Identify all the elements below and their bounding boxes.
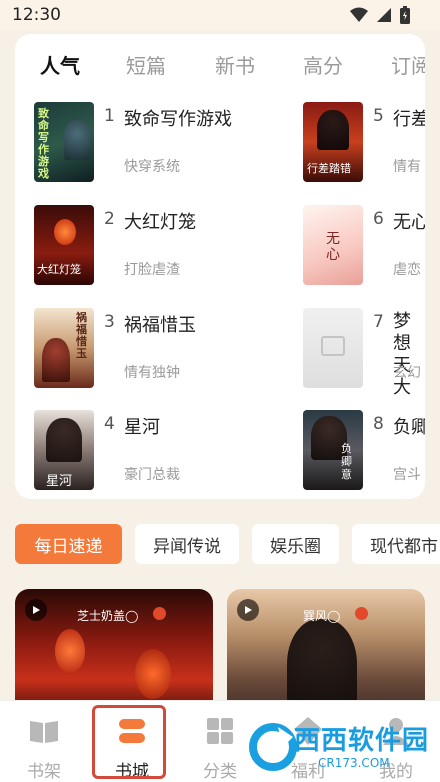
signal-icon xyxy=(377,8,391,22)
book-item-8[interactable]: 负卿意 8 负卿 宫斗 xyxy=(303,410,425,492)
book-cover-3: 祸福惜玉 xyxy=(34,308,94,388)
watermark-logo-icon xyxy=(249,723,297,771)
book-cover-title-4: 星河 xyxy=(46,474,73,489)
rank-number: 7 xyxy=(373,312,384,332)
ranking-card: 人气 短篇 新书 高分 订阅 致命写作游戏 1 致命写作游戏 快穿系统 大红灯笼… xyxy=(15,34,425,499)
category-chips: 每日速递 异闻传说 娱乐圈 现代都市 xyxy=(15,524,440,564)
book-item-6[interactable]: 无心 6 无心 虐恋 xyxy=(303,205,425,287)
book-cover-title-5: 行差踏错 xyxy=(307,162,351,175)
book-tag: 宫斗 xyxy=(393,467,421,483)
tab-short[interactable]: 短篇 xyxy=(126,50,166,79)
book-tag: 豪门总裁 xyxy=(124,467,180,483)
book-cover-7 xyxy=(303,308,363,388)
play-icon[interactable] xyxy=(25,599,47,621)
book-title: 致命写作游戏 xyxy=(124,109,232,130)
ranking-tabs: 人气 短篇 新书 高分 订阅 xyxy=(15,34,425,90)
book-tag: 虐恋 xyxy=(393,262,421,278)
chip-daily-express[interactable]: 每日速递 xyxy=(15,524,122,564)
book-cover-title-1: 致命写作游戏 xyxy=(38,107,49,180)
tab-label: 书架 xyxy=(27,762,61,782)
book-tag: 玄幻 xyxy=(393,365,421,381)
book-cover-title-8: 负卿意 xyxy=(341,442,352,481)
image-placeholder-icon xyxy=(321,336,345,356)
book-cover-2: 大红灯笼 xyxy=(34,205,94,285)
book-title: 无心 xyxy=(393,212,425,233)
book-item-4[interactable]: 星河 4 星河 豪门总裁 xyxy=(34,410,224,492)
book-cover-8: 负卿意 xyxy=(303,410,363,490)
rank-number: 5 xyxy=(373,106,384,126)
book-title: 大红灯笼 xyxy=(124,212,196,233)
author-badge xyxy=(153,607,166,620)
book-cover-4: 星河 xyxy=(34,410,94,490)
book-item-2[interactable]: 大红灯笼 2 大红灯笼 打脸虐渣 xyxy=(34,205,224,287)
rank-number: 6 xyxy=(373,209,384,229)
status-time: 12:30 xyxy=(12,5,61,25)
tab-popular[interactable]: 人气 xyxy=(40,50,80,79)
grid-icon xyxy=(207,718,233,744)
wifi-icon xyxy=(350,7,368,22)
rank-number: 8 xyxy=(373,414,384,434)
book-cover-title-3: 祸福惜玉 xyxy=(76,311,87,360)
rank-number: 3 xyxy=(104,312,115,332)
book-tag: 情有独钟 xyxy=(124,365,180,381)
book-tag: 快穿系统 xyxy=(124,159,180,175)
book-title: 星河 xyxy=(124,417,160,438)
feed-author: 巽风◯ xyxy=(303,609,341,623)
book-title: 祸福惜玉 xyxy=(124,315,196,336)
book-cover-1: 致命写作游戏 xyxy=(34,102,94,182)
selection-highlight xyxy=(92,705,166,779)
book-tag: 打脸虐渣 xyxy=(124,262,180,278)
book-item-5[interactable]: 行差踏错 5 行差 情有 xyxy=(303,102,425,184)
book-title: 梦想天大 xyxy=(393,311,411,398)
book-item-1[interactable]: 致命写作游戏 1 致命写作游戏 快穿系统 xyxy=(34,102,232,184)
book-item-7[interactable]: 7 梦想天大 玄幻 xyxy=(303,308,425,398)
play-icon[interactable] xyxy=(237,599,259,621)
book-cover-title-6: 无心 xyxy=(326,231,340,263)
book-item-3[interactable]: 祸福惜玉 3 祸福惜玉 情有独钟 xyxy=(34,308,224,390)
feed-author: 芝士奶盖◯ xyxy=(77,609,139,623)
book-cover-title-2: 大红灯笼 xyxy=(37,263,81,276)
book-cover-6: 无心 xyxy=(303,205,363,285)
status-bar: 12:30 xyxy=(0,0,440,30)
status-icons xyxy=(350,6,410,24)
author-badge xyxy=(355,607,368,620)
tab-bookshelf[interactable]: 书架 xyxy=(0,701,88,782)
watermark: 西西软件园 CR173.COM xyxy=(248,718,438,776)
rank-number: 1 xyxy=(104,106,115,126)
book-title: 负卿 xyxy=(393,417,425,438)
watermark-text: 西西软件园 xyxy=(294,726,430,756)
chip-strange-tales[interactable]: 异闻传说 xyxy=(135,524,239,564)
tab-subscribe[interactable]: 订阅 xyxy=(391,50,425,79)
book-title: 行差 xyxy=(393,109,425,130)
watermark-url: CR173.COM xyxy=(318,756,390,770)
tab-new[interactable]: 新书 xyxy=(215,50,255,79)
rank-number: 4 xyxy=(104,414,115,434)
chip-modern-city[interactable]: 现代都市 xyxy=(352,524,440,564)
chip-entertainment[interactable]: 娱乐圈 xyxy=(252,524,339,564)
tab-high-score[interactable]: 高分 xyxy=(303,50,343,79)
battery-icon xyxy=(400,6,410,24)
book-cover-5: 行差踏错 xyxy=(303,102,363,182)
book-tag: 情有 xyxy=(393,159,421,175)
book-icon xyxy=(30,721,58,743)
rank-number: 2 xyxy=(104,209,115,229)
